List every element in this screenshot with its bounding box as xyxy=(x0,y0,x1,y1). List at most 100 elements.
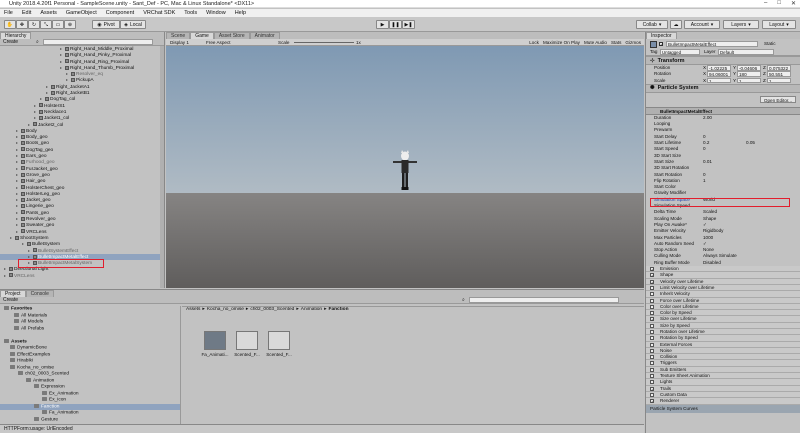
minimize-icon[interactable]: – xyxy=(764,0,767,7)
module-checkbox[interactable] xyxy=(650,336,654,341)
hierarchy-search-input[interactable] xyxy=(42,39,153,45)
module-checkbox[interactable] xyxy=(650,342,654,347)
prop-value[interactable]: Rigidbody xyxy=(703,228,723,233)
menu-item-component[interactable]: Component xyxy=(106,10,134,16)
prop-value[interactable]: 0 xyxy=(703,134,706,139)
tab-game[interactable]: Game xyxy=(190,32,214,39)
game-option-gizmos[interactable]: Gizmos xyxy=(625,40,641,45)
open-editor-button[interactable]: Open Editor... xyxy=(759,95,796,103)
scale-z-field[interactable]: 1 xyxy=(767,77,791,84)
module-checkbox[interactable] xyxy=(650,380,654,385)
prop-value[interactable]: 1000 xyxy=(703,235,713,240)
tab-console[interactable]: Console xyxy=(25,290,54,297)
module-checkbox[interactable] xyxy=(650,374,654,379)
prop-value[interactable]: ✓ xyxy=(703,222,707,228)
module-checkbox[interactable] xyxy=(650,392,654,397)
prop-value[interactable]: None xyxy=(703,247,714,252)
module-checkbox[interactable] xyxy=(650,298,654,303)
folder-item[interactable]: Gesture xyxy=(0,416,180,424)
step-button[interactable]: ▶❚ xyxy=(402,20,415,29)
breadcrumb-item[interactable]: Kocha_no_omise xyxy=(207,307,244,312)
game-option-maximize-on-play[interactable]: Maximize On Play xyxy=(543,40,580,45)
module-checkbox[interactable]: ✓ xyxy=(650,267,654,272)
breadcrumb-item[interactable]: Assets xyxy=(186,307,200,312)
close-icon[interactable]: ✕ xyxy=(791,0,796,7)
scale-y-field[interactable]: 1 xyxy=(737,77,761,84)
prop-value[interactable]: 0.2 xyxy=(703,140,709,145)
module-checkbox[interactable] xyxy=(650,361,654,366)
menu-item-assets[interactable]: Assets xyxy=(40,10,57,16)
position-y-field[interactable]: -0.04606 xyxy=(737,65,761,71)
rotation-y-field[interactable]: 180 xyxy=(737,71,761,77)
game-option-stats[interactable]: Stats xyxy=(611,40,621,45)
module-checkbox[interactable] xyxy=(650,292,654,297)
position-z-field[interactable]: 0.075322 xyxy=(767,65,791,71)
module-checkbox[interactable] xyxy=(650,329,654,334)
prop-value-2[interactable]: 0.05 xyxy=(746,140,755,145)
prop-value[interactable]: 0 xyxy=(703,146,706,151)
prop-value[interactable]: 0.01 xyxy=(703,159,712,164)
module-checkbox[interactable]: ✓ xyxy=(650,386,654,391)
hierarchy-scrollbar[interactable] xyxy=(160,46,164,288)
menu-item-window[interactable]: Window xyxy=(206,10,226,16)
tab-project[interactable]: Project xyxy=(0,290,26,297)
menu-item-file[interactable]: File xyxy=(4,10,13,16)
particle-system-header[interactable]: ✺ Particle System xyxy=(646,83,800,93)
create-dropdown[interactable]: Create xyxy=(3,297,18,303)
asset-item[interactable]: Fa_Animati... xyxy=(200,331,230,357)
tab-scene[interactable]: Scene xyxy=(166,32,191,39)
rotate-tool-button[interactable]: ↻ xyxy=(28,20,40,29)
breadcrumb-item[interactable]: ch02_0003_Scented xyxy=(250,307,294,312)
maximize-icon[interactable]: □ xyxy=(777,0,781,7)
transform-header[interactable]: ⊹ Transform xyxy=(646,56,800,65)
project-search-input[interactable] xyxy=(468,297,619,303)
particle-module[interactable]: ✓ Renderer xyxy=(646,398,800,405)
module-checkbox[interactable] xyxy=(650,285,654,290)
breadcrumb-item[interactable]: Animation xyxy=(301,307,322,312)
rotation-x-field[interactable]: 94.06001 xyxy=(707,71,731,77)
cloud-button[interactable]: ☁ xyxy=(670,20,682,29)
module-checkbox[interactable]: ✓ xyxy=(650,273,654,278)
tag-dropdown[interactable]: Untagged xyxy=(660,49,700,55)
menu-item-vrchat-sdk[interactable]: VRChat SDK xyxy=(143,10,175,16)
active-checkbox[interactable]: ✓ xyxy=(659,42,663,47)
asset-item[interactable]: Scented_F... xyxy=(264,331,294,357)
prop-value[interactable]: Disabled xyxy=(703,260,721,265)
layout-dropdown[interactable]: Layout ▾ xyxy=(762,20,796,29)
layer-dropdown[interactable]: Default xyxy=(718,49,774,55)
prop-value[interactable]: ✓ xyxy=(703,241,707,247)
game-option-lock[interactable]: Lock xyxy=(529,40,539,45)
scale-x-field[interactable]: 1 xyxy=(707,77,731,84)
curves-header[interactable]: Particle System Curves xyxy=(646,404,800,413)
create-dropdown[interactable]: Create xyxy=(3,39,18,45)
breadcrumb-item[interactable]: Fanction xyxy=(329,307,349,312)
module-checkbox[interactable]: ✓ xyxy=(650,317,654,322)
prop-value[interactable]: Shape xyxy=(703,216,716,221)
rect-tool-button[interactable]: ▭ xyxy=(52,20,64,29)
static-toggle[interactable]: Static xyxy=(764,41,776,46)
transform-tool-button[interactable]: ⊕ xyxy=(64,20,76,29)
module-checkbox[interactable] xyxy=(650,355,654,360)
scale-tool-button[interactable]: ⤡ xyxy=(40,20,52,29)
module-checkbox[interactable]: ✓ xyxy=(650,399,654,404)
rotation-z-field[interactable]: 50.551 xyxy=(767,71,791,77)
tab-animator[interactable]: Animator xyxy=(249,32,280,39)
object-name-field[interactable]: BulletImpactMetalEffect xyxy=(666,41,758,47)
pause-button[interactable]: ❚❚ xyxy=(389,20,402,29)
module-checkbox[interactable] xyxy=(650,323,654,328)
move-tool-button[interactable]: ✥ xyxy=(16,20,28,29)
module-checkbox[interactable] xyxy=(650,367,654,372)
prop-value[interactable]: 1 xyxy=(703,178,706,183)
menu-item-help[interactable]: Help xyxy=(235,10,246,16)
display-dropdown[interactable]: Display 1 xyxy=(170,40,189,45)
prop-value[interactable]: Always Simulate xyxy=(703,253,737,258)
asset-item[interactable]: Scented_F... xyxy=(232,331,262,357)
play-button[interactable]: ▶ xyxy=(376,20,389,29)
prop-value[interactable]: Scaled xyxy=(703,209,717,214)
tab-inspector[interactable]: Inspector xyxy=(646,32,677,39)
hand-tool-button[interactable]: ✋ xyxy=(4,20,16,29)
tab-asset-store[interactable]: Asset Store xyxy=(213,32,250,39)
menu-item-gameobject[interactable]: GameObject xyxy=(66,10,97,16)
pivot-toggle[interactable]: ◉ Pivot xyxy=(92,20,120,29)
menu-item-edit[interactable]: Edit xyxy=(22,10,31,16)
